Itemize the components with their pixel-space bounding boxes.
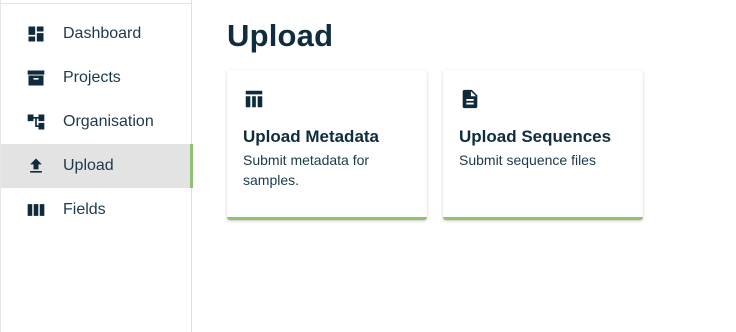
dashboard-icon — [26, 24, 46, 44]
sidebar-item-label: Organisation — [63, 113, 154, 130]
sidebar-item-organisation[interactable]: Organisation — [1, 100, 192, 144]
view-column-icon — [26, 200, 46, 220]
sidebar-item-label: Upload — [63, 157, 114, 174]
main-content: Upload Upload Metadata Submit metadata f… — [192, 0, 736, 332]
upload-metadata-card[interactable]: Upload Metadata Submit metadata for samp… — [227, 70, 427, 220]
upload-icon — [26, 156, 46, 176]
card-title: Upload Metadata — [243, 127, 380, 146]
upload-sequences-card[interactable]: Upload Sequences Submit sequence files — [443, 70, 643, 220]
page-title: Upload — [227, 18, 334, 53]
table-icon — [243, 88, 265, 110]
sidebar-item-label: Fields — [63, 201, 106, 218]
card-description: Submit metadata for samples. — [243, 152, 370, 188]
account-tree-icon — [26, 112, 46, 132]
document-icon — [459, 88, 481, 110]
sidebar-item-dashboard[interactable]: Dashboard — [1, 12, 192, 56]
card-description: Submit sequence files — [459, 152, 596, 168]
sidebar-item-fields[interactable]: Fields — [1, 188, 192, 232]
sidebar-item-label: Dashboard — [63, 25, 142, 42]
sidebar-item-projects[interactable]: Projects — [1, 56, 192, 100]
sidebar-item-label: Projects — [63, 69, 121, 86]
sidebar-item-upload[interactable]: Upload — [1, 144, 193, 188]
app-root: Dashboard Projects Organisation Upload F… — [0, 0, 736, 332]
sidebar-divider — [1, 0, 192, 4]
archive-icon — [26, 68, 46, 88]
sidebar: Dashboard Projects Organisation Upload F… — [0, 0, 193, 332]
sidebar-nav: Dashboard Projects Organisation Upload F… — [1, 12, 193, 232]
card-title: Upload Sequences — [459, 127, 612, 146]
